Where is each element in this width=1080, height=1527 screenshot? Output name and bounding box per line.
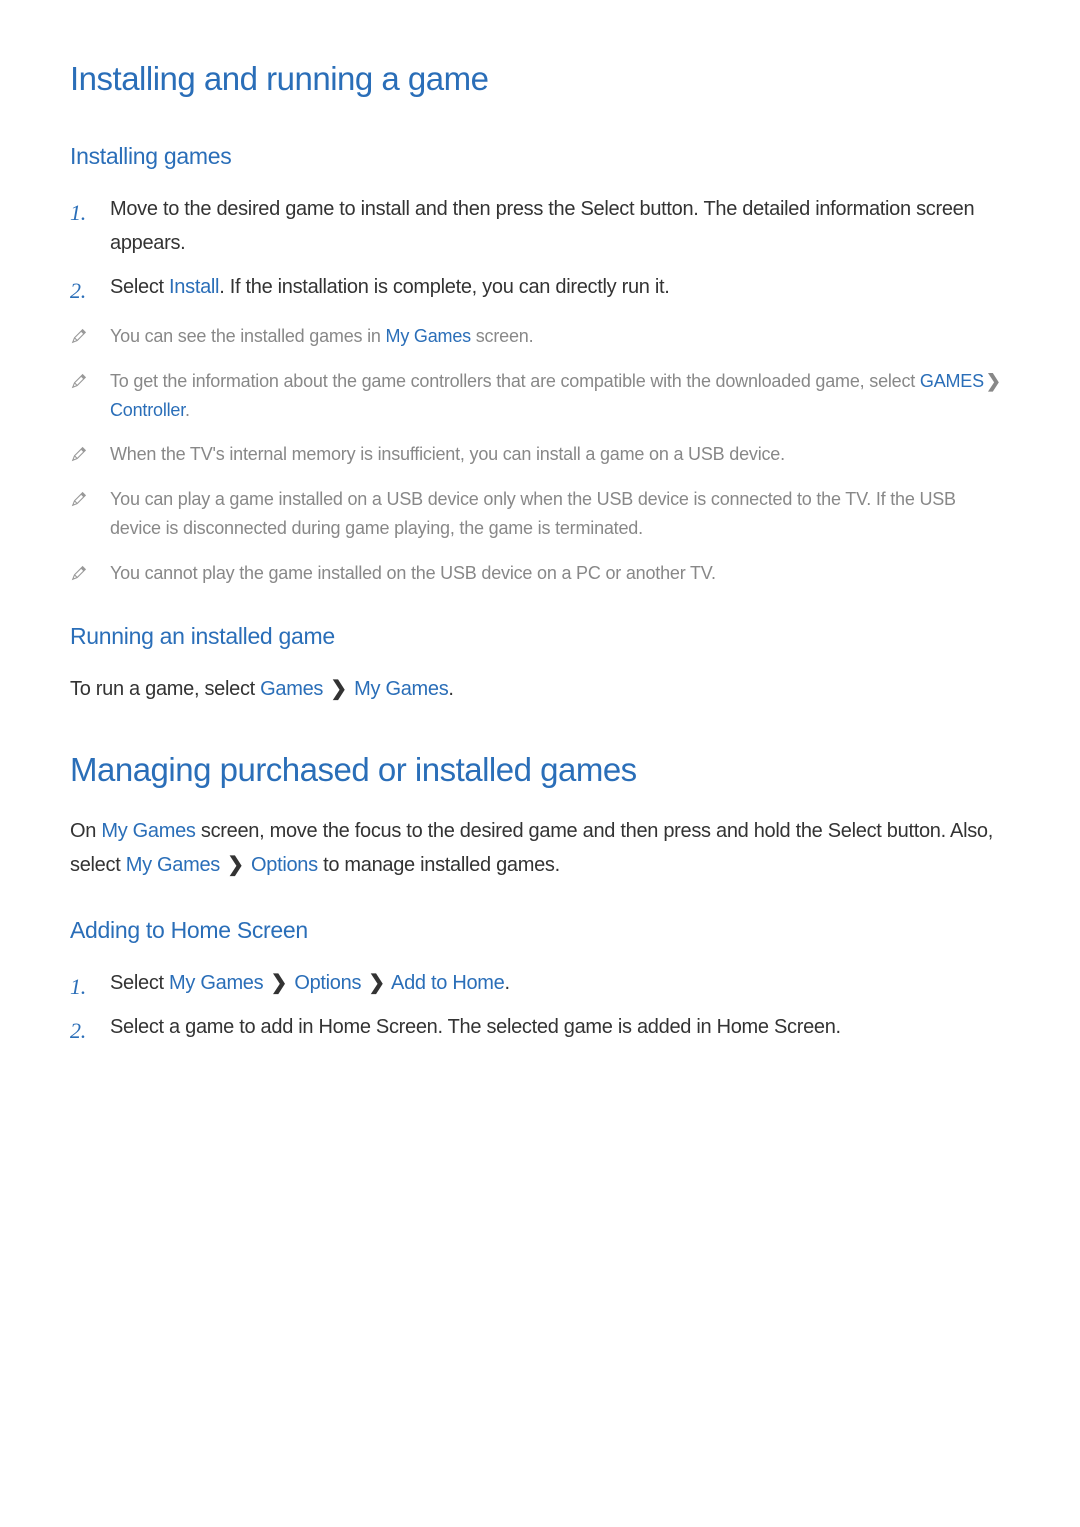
step-text: Select a game to add in Home Screen. The…	[110, 1016, 841, 1038]
step-text: Select	[110, 972, 169, 994]
managing-paragraph: On My Games screen, move the focus to th…	[70, 814, 1010, 882]
link-games: Games	[260, 678, 323, 700]
step-text: Move to the desired game to install and …	[110, 198, 974, 254]
link-my-games: My Games	[354, 678, 448, 700]
pencil-icon	[70, 370, 88, 388]
step-text: Select	[110, 276, 169, 298]
chevron-icon: ❯	[271, 966, 287, 1000]
chevron-icon: ❯	[368, 966, 384, 1000]
installing-steps-list: Move to the desired game to install and …	[70, 192, 1010, 304]
page-title: Installing and running a game	[70, 60, 1010, 98]
step-text: . If the installation is complete, you c…	[219, 276, 669, 298]
note-text: You can see the installed games in	[110, 326, 386, 346]
list-item: Select My Games ❯ Options ❯ Add to Home.	[70, 966, 1010, 1000]
paragraph-text: On	[70, 820, 101, 842]
running-paragraph: To run a game, select Games ❯ My Games.	[70, 672, 1010, 706]
link-games: GAMES	[920, 371, 984, 391]
paragraph-text: To run a game, select	[70, 678, 260, 700]
note-item: You can see the installed games in My Ga…	[70, 322, 1010, 351]
section-adding-home: Adding to Home Screen	[70, 917, 1010, 944]
paragraph-text: to manage installed games.	[318, 854, 560, 876]
note-text: screen.	[471, 326, 533, 346]
note-item: To get the information about the game co…	[70, 367, 1010, 425]
list-item: Select a game to add in Home Screen. The…	[70, 1010, 1010, 1044]
section-managing: Managing purchased or installed games	[70, 751, 1010, 789]
note-item: You can play a game installed on a USB d…	[70, 485, 1010, 543]
step-text: .	[504, 972, 509, 994]
chevron-icon: ❯	[330, 672, 346, 706]
link-controller: Controller	[110, 400, 185, 420]
section-installing-games: Installing games	[70, 143, 1010, 170]
note-text: You cannot play the game installed on th…	[110, 563, 716, 583]
pencil-icon	[70, 488, 88, 506]
chevron-icon: ❯	[227, 848, 243, 882]
link-install: Install	[169, 276, 219, 298]
note-text: When the TV's internal memory is insuffi…	[110, 444, 785, 464]
pencil-icon	[70, 325, 88, 343]
link-my-games: My Games	[101, 820, 195, 842]
pencil-icon	[70, 443, 88, 461]
link-my-games: My Games	[386, 326, 471, 346]
list-item: Move to the desired game to install and …	[70, 192, 1010, 260]
section-running-installed: Running an installed game	[70, 623, 1010, 650]
note-text: .	[185, 400, 190, 420]
pencil-icon	[70, 562, 88, 580]
chevron-icon: ❯	[986, 367, 1001, 396]
link-my-games: My Games	[126, 854, 220, 876]
note-item: You cannot play the game installed on th…	[70, 559, 1010, 588]
note-text: To get the information about the game co…	[110, 371, 920, 391]
link-options: Options	[251, 854, 318, 876]
list-item: Select Install. If the installation is c…	[70, 270, 1010, 304]
paragraph-text: .	[448, 678, 453, 700]
link-options: Options	[294, 972, 361, 994]
adding-steps-list: Select My Games ❯ Options ❯ Add to Home.…	[70, 966, 1010, 1044]
note-text: You can play a game installed on a USB d…	[110, 489, 956, 538]
link-my-games: My Games	[169, 972, 263, 994]
note-item: When the TV's internal memory is insuffi…	[70, 440, 1010, 469]
link-add-to-home: Add to Home	[391, 972, 504, 994]
